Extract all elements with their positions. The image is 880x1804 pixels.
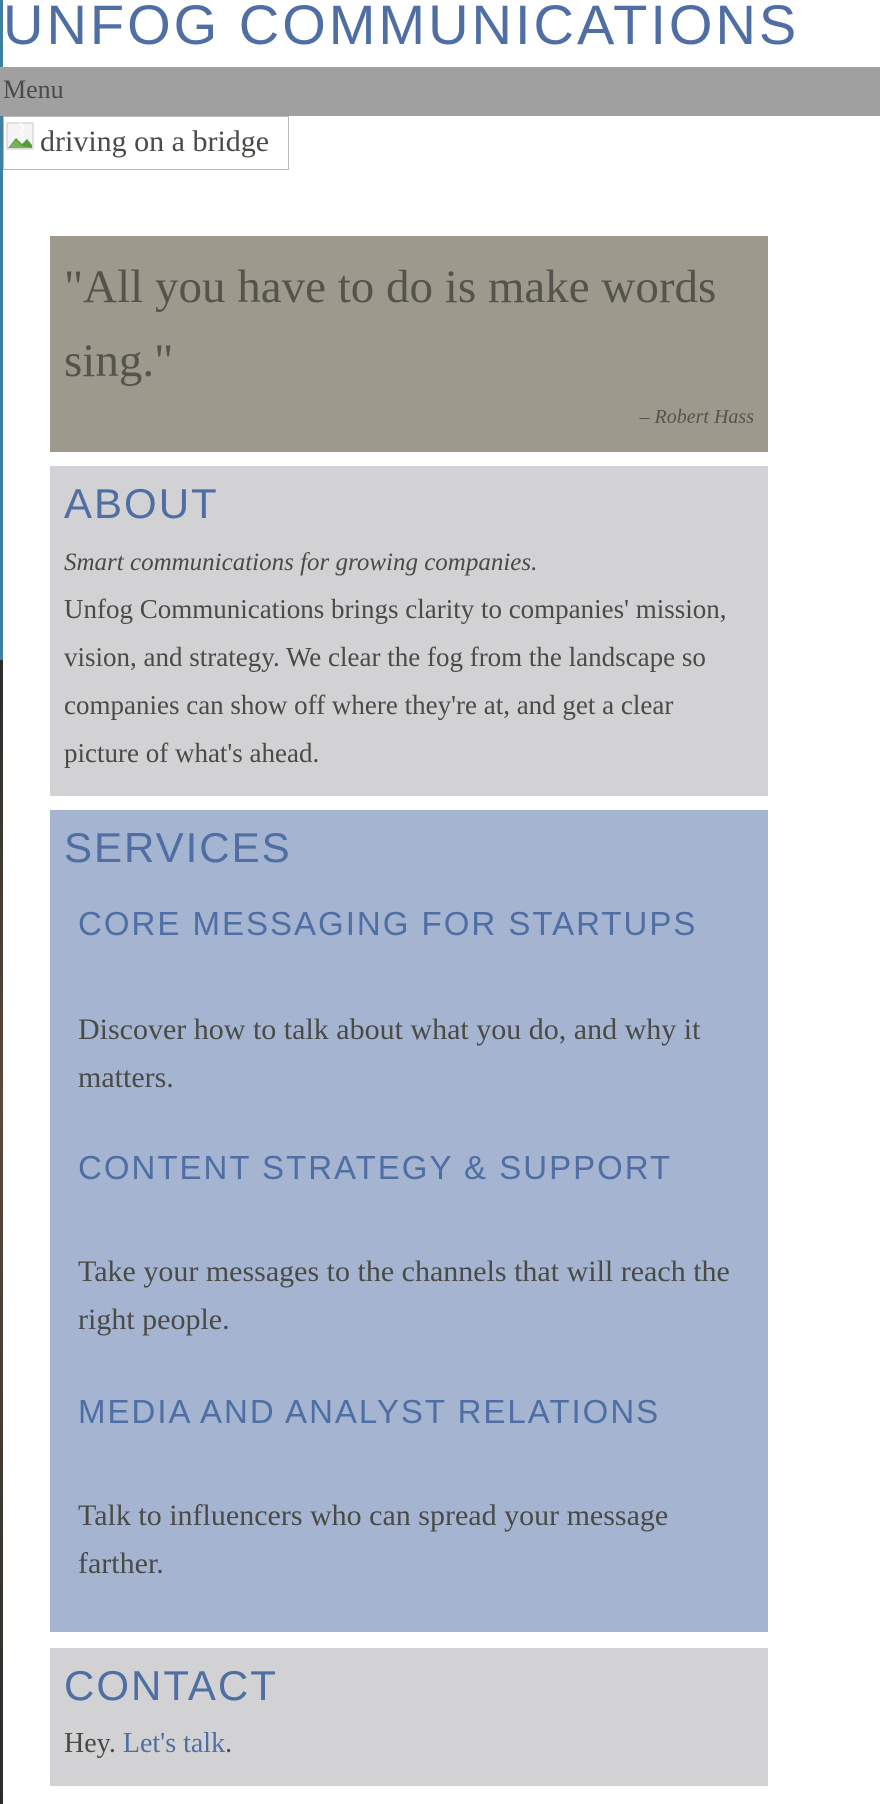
about-body: Unfog Communications brings clarity to c…	[64, 594, 727, 768]
broken-image-icon	[6, 122, 34, 150]
contact-link[interactable]: Let's talk	[123, 1728, 225, 1759]
about-heading: ABOUT	[64, 480, 219, 527]
hero-image-alt-text: driving on a bridge	[40, 125, 270, 158]
about-section: ABOUT Smart communications for growing c…	[50, 466, 768, 796]
contact-line: Hey. Let's talk.	[64, 1728, 232, 1760]
contact-suffix: .	[225, 1728, 233, 1759]
hero-image: driving on a bridge	[3, 116, 289, 170]
services-heading: SERVICES	[64, 824, 292, 871]
service-title: MEDIA AND ANALYST RELATIONS	[78, 1393, 661, 1430]
contact-heading: CONTACT	[64, 1662, 278, 1709]
about-tagline: Smart communications for growing compani…	[64, 549, 538, 576]
site-title[interactable]: UNFOG COMMUNICATIONS	[3, 0, 799, 56]
service-title: CONTENT STRATEGY & SUPPORT	[78, 1149, 673, 1186]
contact-section: CONTACT Hey. Let's talk.	[50, 1648, 768, 1786]
services-section: SERVICES CORE MESSAGING FOR STARTUPS Dis…	[50, 810, 768, 1632]
quote-author: – Robert Hass	[639, 406, 754, 428]
service-description: Talk to influencers who can spread your …	[78, 1499, 669, 1580]
service-title: CORE MESSAGING FOR STARTUPS	[78, 905, 698, 942]
service-description: Discover how to talk about what you do, …	[78, 1013, 701, 1094]
menu-button[interactable]: Menu	[3, 75, 64, 105]
quote-section: "All you have to do is make words sing."…	[50, 236, 768, 452]
quote-text: "All you have to do is make words sing."	[64, 261, 717, 387]
contact-prefix: Hey.	[64, 1728, 123, 1759]
menu-bar: Menu	[0, 67, 880, 116]
service-description: Take your messages to the channels that …	[78, 1255, 730, 1336]
left-edge-border	[0, 0, 3, 1804]
